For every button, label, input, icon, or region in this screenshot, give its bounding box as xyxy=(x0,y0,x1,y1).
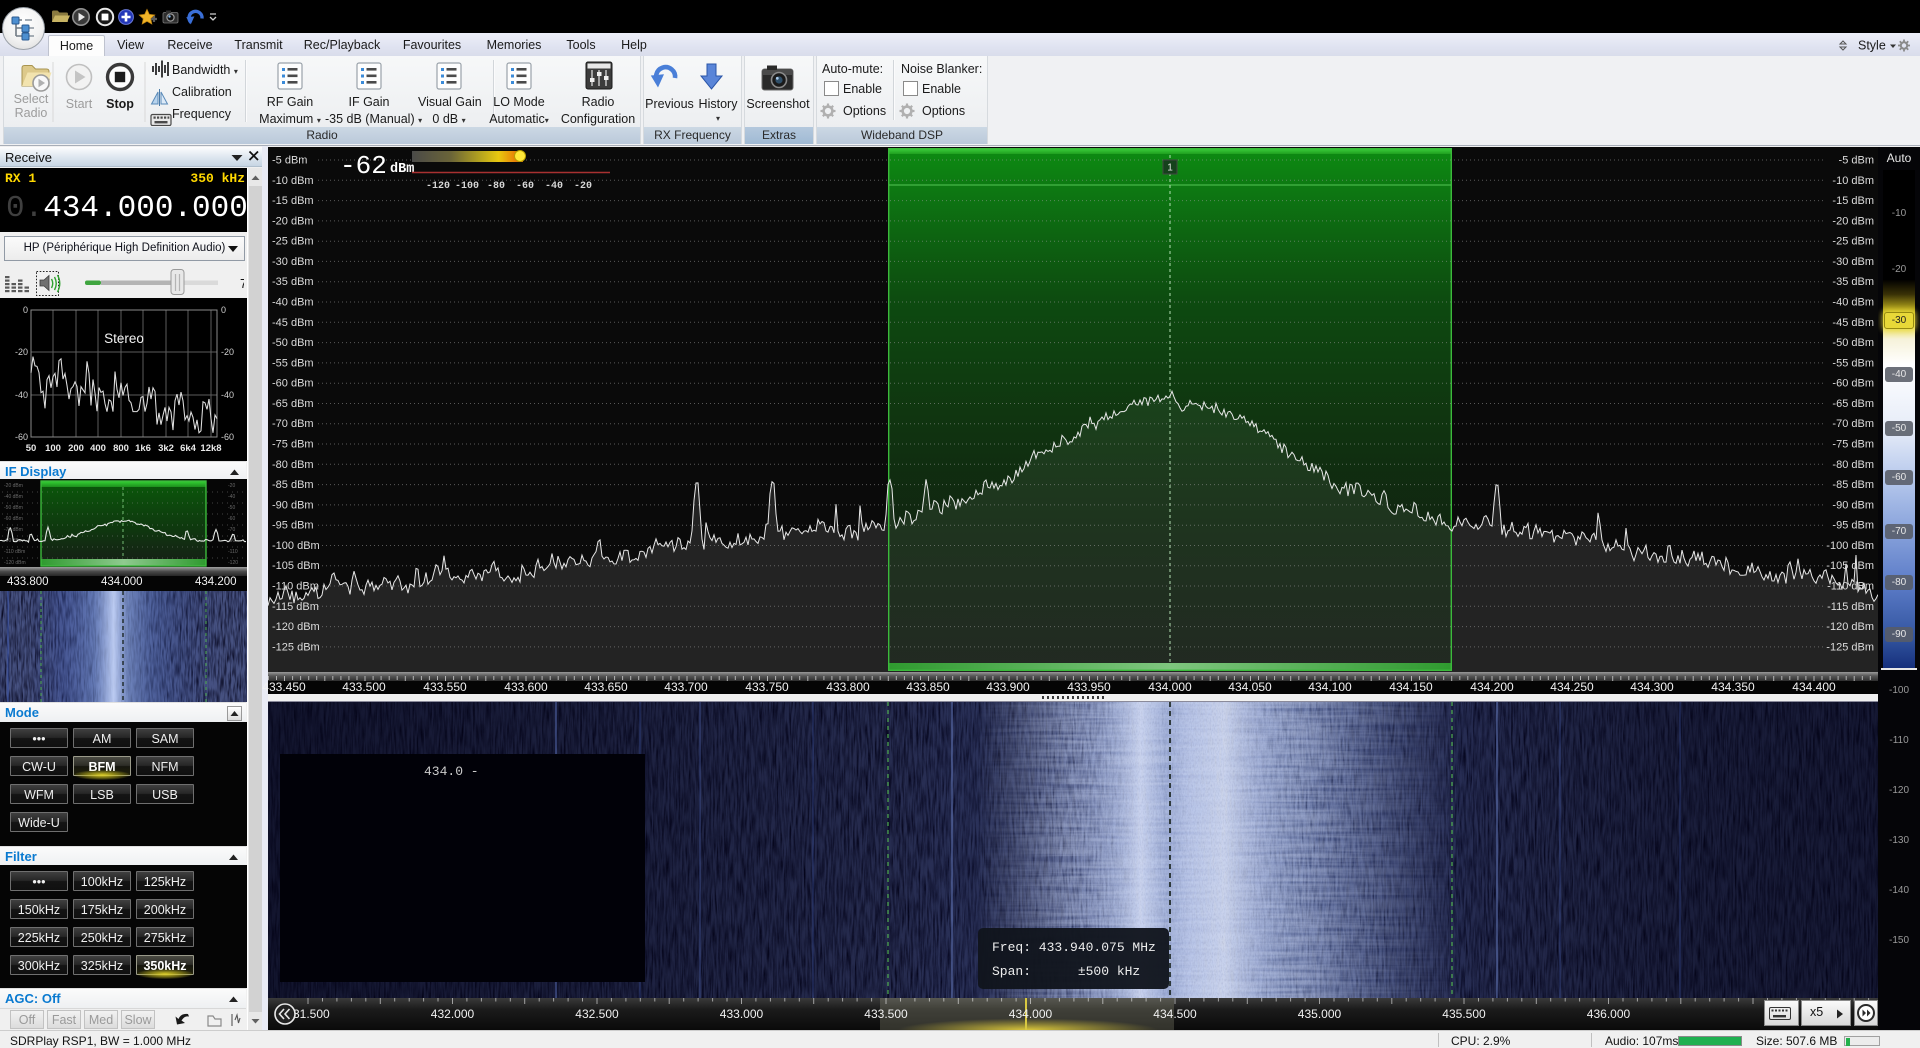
svg-text:3k2: 3k2 xyxy=(158,443,174,454)
svg-text:-40 dBm: -40 dBm xyxy=(272,297,314,309)
svg-text:-95 dBm: -95 dBm xyxy=(272,520,314,532)
svg-text:400: 400 xyxy=(90,443,106,454)
svg-text:-20 dBm: -20 dBm xyxy=(1832,215,1874,227)
svg-text:-120: -120 xyxy=(228,560,238,566)
svg-text:-40 dBm: -40 dBm xyxy=(4,494,23,500)
svg-text:-60: -60 xyxy=(516,181,534,192)
svg-text:0: 0 xyxy=(221,305,226,315)
svg-text:Freq: 433.940.075 MHz: Freq: 433.940.075 MHz xyxy=(992,940,1156,955)
svg-text:-75 dBm: -75 dBm xyxy=(1832,439,1874,451)
svg-text:-110 dBm: -110 dBm xyxy=(4,549,25,555)
svg-text:-30 dBm: -30 dBm xyxy=(1832,256,1874,268)
svg-text:-80 dBm: -80 dBm xyxy=(1832,459,1874,471)
svg-text:-60 dBm: -60 dBm xyxy=(4,516,23,522)
svg-text:-120 dBm: -120 dBm xyxy=(4,560,26,566)
svg-text:-50: -50 xyxy=(228,505,235,511)
svg-text:-60: -60 xyxy=(228,516,235,522)
svg-text:-70 dBm: -70 dBm xyxy=(4,527,23,533)
svg-text:-25 dBm: -25 dBm xyxy=(1832,236,1874,248)
svg-text:-50 dBm: -50 dBm xyxy=(4,505,23,511)
svg-text:-110: -110 xyxy=(228,549,238,555)
svg-text:-105 dBm: -105 dBm xyxy=(1826,560,1874,572)
svg-text:-40: -40 xyxy=(228,494,235,500)
svg-text:-55 dBm: -55 dBm xyxy=(272,357,314,369)
svg-text:-35 dBm: -35 dBm xyxy=(1832,276,1874,288)
svg-text:50: 50 xyxy=(26,443,37,454)
svg-text:-100: -100 xyxy=(455,181,479,192)
svg-text:-55 dBm: -55 dBm xyxy=(1832,357,1874,369)
svg-text:-20 dBm: -20 dBm xyxy=(272,215,314,227)
svg-text:Stereo: Stereo xyxy=(104,331,144,346)
svg-text:-110 dBm: -110 dBm xyxy=(272,581,319,593)
svg-text:-90 dBm: -90 dBm xyxy=(272,499,314,511)
svg-text:-10 dBm: -10 dBm xyxy=(272,175,314,187)
svg-text:-70 dBm: -70 dBm xyxy=(1832,418,1874,430)
svg-text:-90 dBm: -90 dBm xyxy=(1832,499,1874,511)
svg-text:-5 dBm: -5 dBm xyxy=(272,155,307,167)
svg-text:-20: -20 xyxy=(574,181,592,192)
svg-text:200: 200 xyxy=(68,443,84,454)
svg-text:-20 dBm: -20 dBm xyxy=(4,483,23,489)
svg-text:-10 dBm: -10 dBm xyxy=(1832,175,1874,187)
svg-text:-45 dBm: -45 dBm xyxy=(272,317,314,329)
svg-text:-115 dBm: -115 dBm xyxy=(1827,601,1874,613)
svg-text:-65 dBm: -65 dBm xyxy=(1832,398,1874,410)
svg-text:-70: -70 xyxy=(228,527,235,533)
svg-text:dBm: dBm xyxy=(390,162,414,177)
svg-text:-70 dBm: -70 dBm xyxy=(272,418,314,430)
svg-text:-20: -20 xyxy=(15,347,28,357)
svg-text:-110 dBm: -110 dBm xyxy=(1827,581,1874,593)
svg-text:-105 dBm: -105 dBm xyxy=(272,560,320,572)
svg-text:-100 dBm: -100 dBm xyxy=(1826,540,1874,552)
svg-text:-50 dBm: -50 dBm xyxy=(272,337,314,349)
svg-text:-85 dBm: -85 dBm xyxy=(272,479,314,491)
svg-text:-40 dBm: -40 dBm xyxy=(1832,297,1874,309)
svg-text:100: 100 xyxy=(45,443,61,454)
svg-text:12k8: 12k8 xyxy=(200,443,221,454)
svg-text:-60 dBm: -60 dBm xyxy=(272,378,314,390)
svg-text:Span: ±500 kHz: Span: ±500 kHz xyxy=(992,964,1140,979)
svg-text:-85 dBm: -85 dBm xyxy=(1832,479,1874,491)
svg-text:-120: -120 xyxy=(426,181,450,192)
svg-text:-45 dBm: -45 dBm xyxy=(1832,317,1874,329)
svg-text:-65 dBm: -65 dBm xyxy=(272,398,314,410)
svg-text:-40: -40 xyxy=(15,390,28,400)
svg-text:-20: -20 xyxy=(228,483,235,489)
svg-text:-80: -80 xyxy=(487,181,505,192)
svg-text:-100 dBm: -100 dBm xyxy=(272,540,320,552)
svg-text:0: 0 xyxy=(23,305,28,315)
svg-text:1: 1 xyxy=(1167,163,1173,174)
svg-text:-35 dBm: -35 dBm xyxy=(272,276,314,288)
svg-text:-60: -60 xyxy=(221,432,234,442)
svg-text:-62: -62 xyxy=(340,151,387,181)
svg-text:-25 dBm: -25 dBm xyxy=(272,236,314,248)
svg-text:-40: -40 xyxy=(221,390,234,400)
svg-text:-30 dBm: -30 dBm xyxy=(272,256,314,268)
svg-text:-60: -60 xyxy=(15,432,28,442)
svg-text:7: 7 xyxy=(240,277,244,291)
svg-text:-15 dBm: -15 dBm xyxy=(1832,195,1874,207)
svg-text:-60 dBm: -60 dBm xyxy=(1832,378,1874,390)
svg-text:-125 dBm: -125 dBm xyxy=(272,641,320,653)
svg-text:-120 dBm: -120 dBm xyxy=(1826,621,1874,633)
svg-text:-15 dBm: -15 dBm xyxy=(272,195,314,207)
svg-text:-80 dBm: -80 dBm xyxy=(272,459,314,471)
svg-text:Style: Style xyxy=(1858,39,1886,53)
svg-text:-5 dBm: -5 dBm xyxy=(1839,155,1874,167)
svg-text:-75 dBm: -75 dBm xyxy=(272,439,314,451)
svg-text:6k4: 6k4 xyxy=(180,443,197,454)
svg-text:-40: -40 xyxy=(545,181,563,192)
svg-text:-115 dBm: -115 dBm xyxy=(272,601,319,613)
svg-text:-20: -20 xyxy=(221,347,234,357)
svg-text:1k6: 1k6 xyxy=(135,443,151,454)
svg-text:800: 800 xyxy=(113,443,129,454)
svg-text:-95 dBm: -95 dBm xyxy=(1832,520,1874,532)
svg-text:-120 dBm: -120 dBm xyxy=(272,621,320,633)
svg-text:-50 dBm: -50 dBm xyxy=(1832,337,1874,349)
svg-text:434.0 -: 434.0 - xyxy=(424,764,479,779)
svg-text:-125 dBm: -125 dBm xyxy=(1826,641,1874,653)
